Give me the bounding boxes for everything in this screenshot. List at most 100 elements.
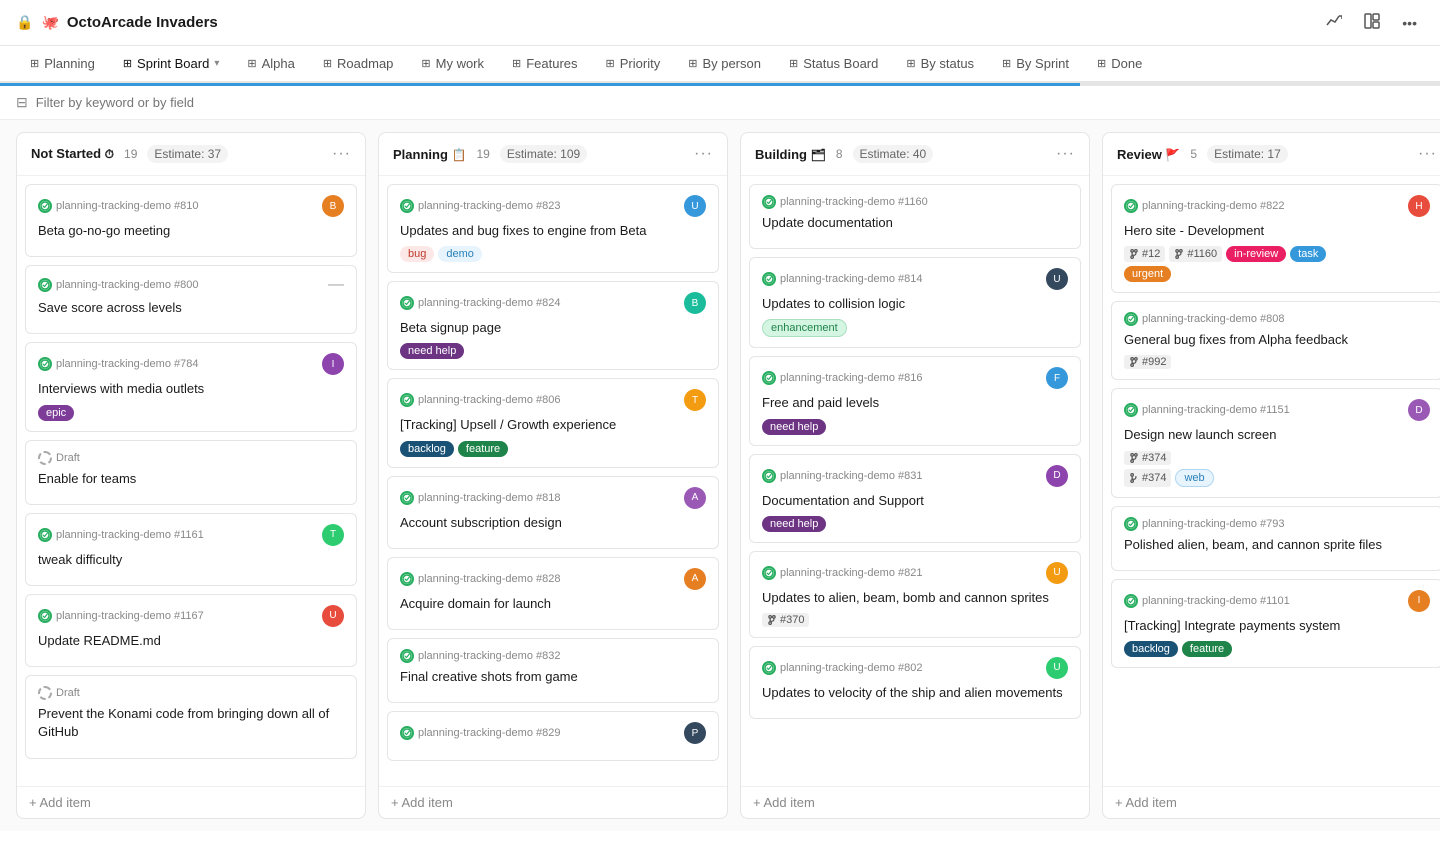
tab-my-work[interactable]: ⊞ My work — [407, 46, 498, 83]
status-icon — [1124, 517, 1138, 531]
column-header-review: Review 🚩5Estimate: 17··· — [1103, 133, 1440, 176]
tab-done[interactable]: ⊞ Done — [1083, 46, 1156, 83]
card-meta: Draft — [38, 686, 344, 700]
column-count-building: 8 — [836, 147, 843, 161]
tab-priority-label: Priority — [620, 56, 660, 71]
card-issue-text: planning-tracking-demo #793 — [1142, 518, 1284, 530]
column-menu-planning[interactable]: ··· — [694, 145, 713, 163]
table-row[interactable]: planning-tracking-demo #829P — [387, 711, 719, 761]
layout-icon-button[interactable] — [1357, 8, 1387, 37]
table-row[interactable]: planning-tracking-demo #822HHero site - … — [1111, 184, 1440, 293]
table-row[interactable]: planning-tracking-demo #1151DDesign new … — [1111, 388, 1440, 497]
card-title: Updates to collision logic — [762, 295, 1068, 313]
tab-by-status[interactable]: ⊞ By status — [892, 46, 988, 83]
add-item-review[interactable]: + Add item — [1103, 786, 1440, 818]
table-row[interactable]: DraftPrevent the Konami code from bringi… — [25, 675, 357, 758]
column-menu-review[interactable]: ··· — [1418, 145, 1437, 163]
column-menu-building[interactable]: ··· — [1056, 145, 1075, 163]
table-row[interactable]: planning-tracking-demo #818AAccount subs… — [387, 476, 719, 549]
table-row[interactable]: planning-tracking-demo #1161Ttweak diffi… — [25, 513, 357, 586]
status-icon — [38, 528, 52, 542]
table-row[interactable]: planning-tracking-demo #802UUpdates to v… — [749, 646, 1081, 719]
table-row[interactable]: planning-tracking-demo #832Final creativ… — [387, 638, 719, 703]
column-count-review: 5 — [1190, 147, 1197, 161]
column-estimate-review: Estimate: 17 — [1207, 145, 1288, 163]
add-item-planning[interactable]: + Add item — [379, 786, 727, 818]
tab-sprint-board-dropdown-icon: ▾ — [214, 58, 219, 69]
more-options-button[interactable]: ••• — [1395, 10, 1424, 36]
table-row[interactable]: planning-tracking-demo #784IInterviews w… — [25, 342, 357, 431]
tab-status-board[interactable]: ⊞ Status Board — [775, 46, 892, 83]
column-menu-not-started[interactable]: ··· — [332, 145, 351, 163]
table-row[interactable]: DraftEnable for teams — [25, 440, 357, 505]
card-title: Updates to velocity of the ship and alie… — [762, 684, 1068, 702]
avatar: P — [684, 722, 706, 744]
add-item-not-started[interactable]: + Add item — [17, 786, 365, 818]
table-row[interactable]: planning-tracking-demo #814UUpdates to c… — [749, 257, 1081, 348]
tab-by-person[interactable]: ⊞ By person — [674, 46, 775, 83]
card-meta: planning-tracking-demo #1101I — [1124, 590, 1430, 612]
card-meta: planning-tracking-demo #821U — [762, 562, 1068, 584]
tab-features[interactable]: ⊞ Features — [498, 46, 592, 83]
tab-sprint-board[interactable]: ⊞ Sprint Board ▾ — [109, 46, 234, 83]
card-meta: planning-tracking-demo #810B — [38, 195, 344, 217]
table-row[interactable]: planning-tracking-demo #808General bug f… — [1111, 301, 1440, 380]
card-issue: planning-tracking-demo #800 — [38, 278, 198, 292]
table-row[interactable]: planning-tracking-demo #828AAcquire doma… — [387, 557, 719, 630]
tab-features-label: Features — [526, 56, 577, 71]
table-row[interactable]: planning-tracking-demo #810BBeta go-no-g… — [25, 184, 357, 257]
table-row[interactable]: planning-tracking-demo #1167UUpdate READ… — [25, 594, 357, 667]
card-issue: planning-tracking-demo #1167 — [38, 609, 204, 623]
avatar: I — [322, 353, 344, 375]
card-issue: planning-tracking-demo #831 — [762, 469, 922, 483]
pr-ref-tag-374: #374 — [1124, 469, 1171, 487]
card-issue-text: planning-tracking-demo #810 — [56, 200, 198, 212]
column-title-building: Building 🗂 — [755, 147, 826, 162]
table-row[interactable]: planning-tracking-demo #823UUpdates and … — [387, 184, 719, 273]
status-icon — [400, 491, 414, 505]
card-title: Final creative shots from game — [400, 668, 706, 686]
status-icon — [1124, 199, 1138, 213]
column-body-review: planning-tracking-demo #822HHero site - … — [1103, 176, 1440, 786]
tab-features-icon: ⊞ — [512, 57, 521, 70]
tab-by-sprint-label: By Sprint — [1016, 56, 1069, 71]
avatar: T — [684, 389, 706, 411]
status-icon — [762, 371, 776, 385]
table-row[interactable]: planning-tracking-demo #806T[Tracking] U… — [387, 378, 719, 467]
card-issue-text: planning-tracking-demo #806 — [418, 394, 560, 406]
add-item-building[interactable]: + Add item — [741, 786, 1089, 818]
tab-planning[interactable]: ⊞ Planning — [16, 46, 109, 83]
tab-priority[interactable]: ⊞ Priority — [592, 46, 675, 83]
chart-icon-button[interactable] — [1319, 8, 1349, 37]
tab-alpha[interactable]: ⊞ Alpha — [233, 46, 308, 83]
card-issue: Draft — [38, 686, 80, 700]
table-row[interactable]: planning-tracking-demo #800—Save score a… — [25, 265, 357, 334]
tab-roadmap[interactable]: ⊞ Roadmap — [309, 46, 408, 83]
card-issue-text: planning-tracking-demo #1101 — [1142, 595, 1290, 607]
card-issue-text: planning-tracking-demo #814 — [780, 273, 922, 285]
tab-by-status-icon: ⊞ — [906, 57, 915, 70]
card-title: General bug fixes from Alpha feedback — [1124, 331, 1430, 349]
card-issue: planning-tracking-demo #793 — [1124, 517, 1284, 531]
card-extra-tags: urgent — [1124, 266, 1430, 282]
table-row[interactable]: planning-tracking-demo #1101I[Tracking] … — [1111, 579, 1440, 668]
column-body-not-started: planning-tracking-demo #810BBeta go-no-g… — [17, 176, 365, 786]
table-row[interactable]: planning-tracking-demo #793Polished alie… — [1111, 506, 1440, 571]
tab-by-sprint[interactable]: ⊞ By Sprint — [988, 46, 1083, 83]
filter-input[interactable] — [36, 95, 1424, 110]
avatar: A — [684, 487, 706, 509]
table-row[interactable]: planning-tracking-demo #1160Update docum… — [749, 184, 1081, 249]
board: Not Started ⏱19Estimate: 37···planning-t… — [0, 120, 1440, 831]
table-row[interactable]: planning-tracking-demo #824BBeta signup … — [387, 281, 719, 370]
table-row[interactable]: planning-tracking-demo #831DDocumentatio… — [749, 454, 1081, 543]
column-review: Review 🚩5Estimate: 17···planning-trackin… — [1102, 132, 1440, 819]
table-row[interactable]: planning-tracking-demo #816FFree and pai… — [749, 356, 1081, 445]
card-issue-text: Draft — [56, 687, 80, 699]
avatar: F — [1046, 367, 1068, 389]
card-pr-ref: #992 — [1124, 355, 1430, 369]
card-meta: planning-tracking-demo #800— — [38, 276, 344, 294]
card-title: Interviews with media outlets — [38, 380, 344, 398]
table-row[interactable]: planning-tracking-demo #821UUpdates to a… — [749, 551, 1081, 638]
status-icon — [762, 566, 776, 580]
card-tags: enhancement — [762, 319, 1068, 337]
